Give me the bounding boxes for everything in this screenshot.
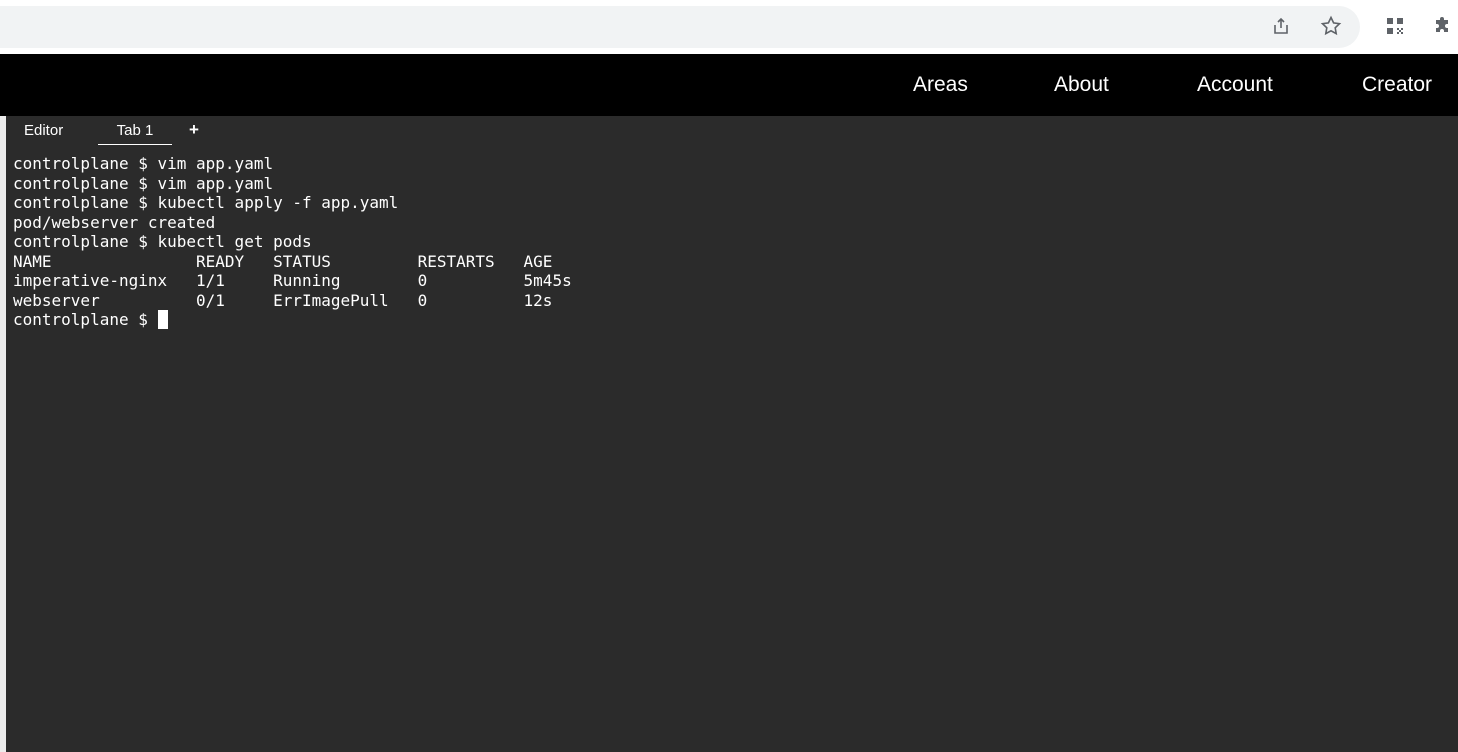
terminal-line: imperative-nginx 1/1 Running 0 5m45s xyxy=(13,271,572,290)
address-bar[interactable] xyxy=(0,6,1360,48)
share-icon[interactable] xyxy=(1268,13,1294,39)
tab-editor[interactable]: Editor xyxy=(24,122,63,139)
terminal-panel[interactable]: Editor Tab 1 + controlplane $ vim app.ya… xyxy=(0,116,1458,752)
site-navigation: Areas About Account Creator xyxy=(0,54,1458,116)
add-tab-button[interactable]: + xyxy=(189,120,199,140)
terminal-cursor xyxy=(157,310,168,329)
terminal-line: controlplane $ kubectl get pods xyxy=(13,232,312,251)
terminal-line: webserver 0/1 ErrImagePull 0 12s xyxy=(13,290,553,310)
browser-toolbar xyxy=(0,0,1458,54)
terminal-line: controlplane $ vim app.yaml xyxy=(13,173,274,193)
terminal-tab-bar: Editor Tab 1 + xyxy=(6,116,1458,145)
nav-link-account[interactable]: Account xyxy=(1197,54,1273,116)
panel-resize-handle[interactable] xyxy=(0,116,6,752)
tab-tab-1[interactable]: Tab 1 xyxy=(98,122,172,145)
bookmark-star-icon[interactable] xyxy=(1318,13,1344,39)
terminal-prompt: controlplane $ xyxy=(13,310,158,329)
terminal-prompt-line[interactable]: controlplane $ xyxy=(13,310,572,330)
puzzle-piece-icon[interactable] xyxy=(1430,13,1456,39)
nav-link-areas[interactable]: Areas xyxy=(913,54,968,116)
terminal-line: NAME READY STATUS RESTARTS AGE xyxy=(13,251,553,271)
terminal-line: controlplane $ vim app.yaml xyxy=(13,154,274,173)
terminal-line: controlplane $ kubectl apply -f app.yaml xyxy=(13,193,399,212)
nav-link-creator[interactable]: Creator xyxy=(1362,54,1432,116)
terminal-line: pod/webserver created xyxy=(13,212,216,232)
qr-code-icon[interactable] xyxy=(1382,13,1408,39)
nav-link-about[interactable]: About xyxy=(1054,54,1109,116)
terminal-output[interactable]: controlplane $ vim app.yaml controlplane… xyxy=(13,154,572,330)
